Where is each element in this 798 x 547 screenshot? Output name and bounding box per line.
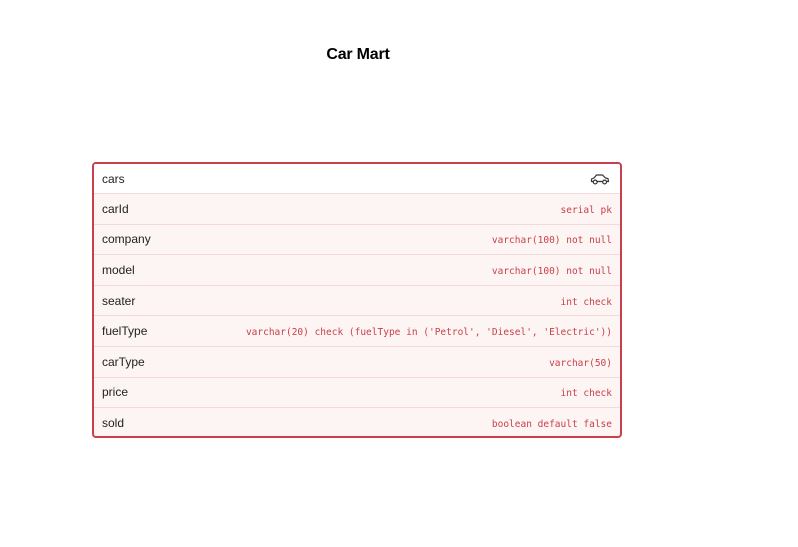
- field-type: varchar(20) check (fuelType in ('Petrol'…: [245, 327, 612, 339]
- field-type: boolean default false: [491, 419, 612, 431]
- field-name: model: [102, 262, 135, 277]
- field-name: sold: [102, 416, 125, 431]
- field-type: int check: [560, 388, 612, 400]
- field-type: varchar(100) not null: [491, 235, 612, 247]
- field-row-sold[interactable]: sold boolean default false: [94, 408, 620, 436]
- field-name: price: [102, 385, 129, 400]
- field-row-model[interactable]: model varchar(100) not null: [94, 255, 620, 286]
- field-row-seater[interactable]: seater int check: [94, 286, 620, 317]
- field-name: fuelType: [102, 324, 148, 339]
- field-name: seater: [102, 293, 136, 308]
- entity-header[interactable]: cars: [94, 164, 620, 194]
- entity-name: cars: [102, 171, 125, 186]
- field-row-fuelType[interactable]: fuelType varchar(20) check (fuelType in …: [94, 316, 620, 347]
- field-row-price[interactable]: price int check: [94, 378, 620, 409]
- field-name: carType: [102, 354, 145, 369]
- field-row-company[interactable]: company varchar(100) not null: [94, 225, 620, 256]
- field-row-carType[interactable]: carType varchar(50): [94, 347, 620, 378]
- field-type: varchar(100) not null: [491, 265, 612, 277]
- car-icon: [590, 172, 612, 186]
- field-name: company: [102, 232, 151, 247]
- field-row-carId[interactable]: carId serial pk: [94, 194, 620, 225]
- entity-table-cars[interactable]: cars carId serial pk company varchar(100…: [92, 162, 622, 438]
- field-type: int check: [560, 296, 612, 308]
- field-type: serial pk: [560, 204, 612, 216]
- field-type: varchar(50): [549, 357, 612, 369]
- field-name: carId: [102, 201, 129, 216]
- diagram-title: Car Mart: [326, 46, 390, 63]
